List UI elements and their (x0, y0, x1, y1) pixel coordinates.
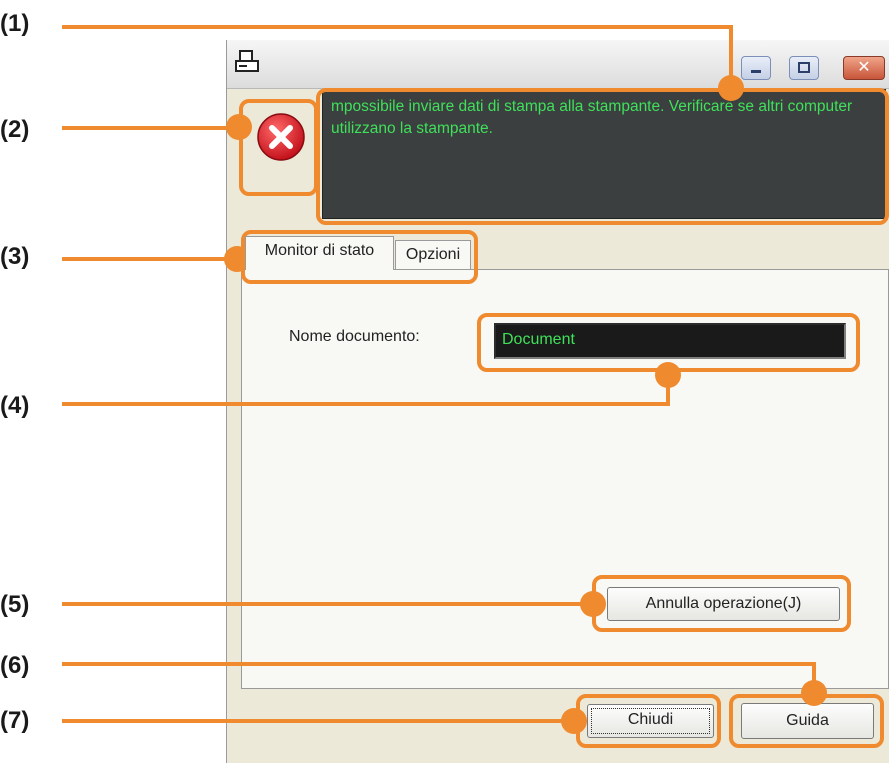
callout-2: (2) (0, 116, 30, 143)
callout-5: (5) (0, 591, 30, 618)
highlight-cancel-button (592, 575, 851, 632)
leader-line-2 (62, 126, 240, 130)
leader-line-6 (62, 662, 816, 666)
callout-7: (7) (0, 707, 30, 734)
tab-monitor-di-stato[interactable]: Monitor di stato (245, 236, 394, 270)
leader-dot-7 (561, 708, 587, 734)
callout-4: (4) (0, 392, 30, 419)
leader-line-1 (62, 25, 733, 29)
callout-3: (3) (0, 243, 30, 270)
callout-1: (1) (0, 10, 30, 37)
leader-line-3 (62, 257, 238, 261)
leader-dot-6 (801, 680, 827, 706)
leader-line-5 (62, 602, 594, 606)
leader-dot-4 (655, 362, 681, 388)
leader-dot-5 (580, 591, 606, 617)
printer-icon (235, 50, 259, 72)
leader-dot-2 (226, 114, 252, 140)
document-name-label: Nome documento: (289, 328, 420, 345)
leader-line-7 (62, 719, 574, 723)
leader-dot-1 (718, 75, 744, 101)
title-bar[interactable]: ✕ (227, 40, 889, 89)
highlight-status-message (316, 88, 889, 225)
leader-line-4 (62, 402, 670, 406)
highlight-close-button (576, 694, 721, 748)
minimize-icon[interactable] (741, 56, 771, 80)
maximize-icon[interactable] (789, 56, 819, 80)
callout-6: (6) (0, 652, 30, 679)
close-icon[interactable]: ✕ (843, 56, 885, 80)
highlight-error-icon (239, 99, 318, 196)
